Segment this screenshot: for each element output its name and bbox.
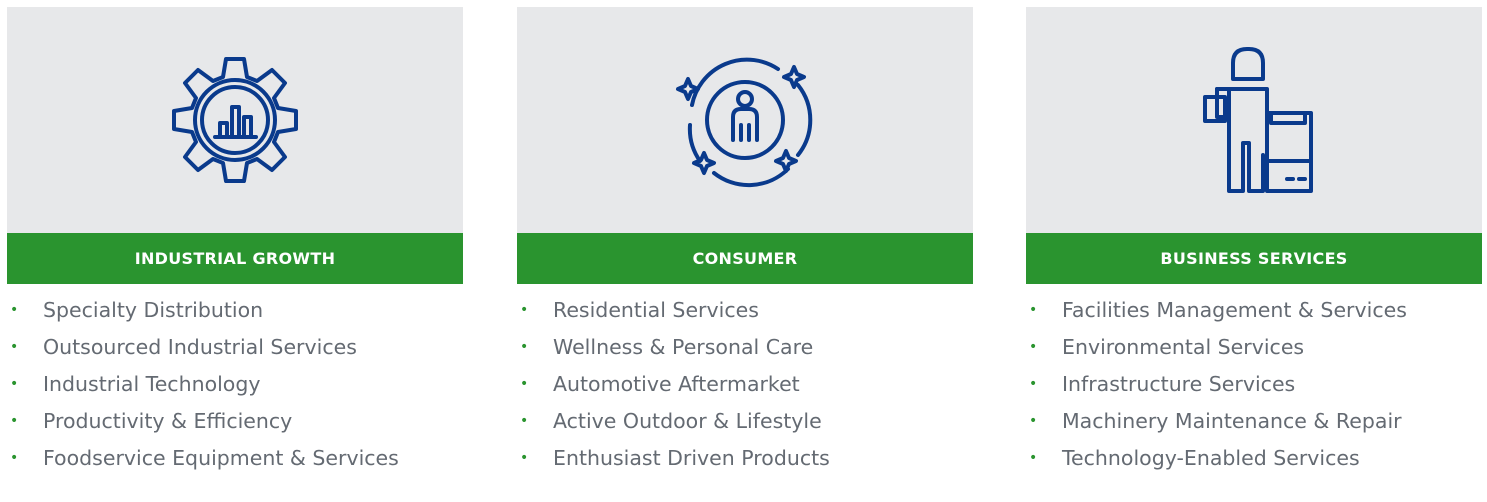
list-item: • Infrastructure Services [1026,367,1482,404]
list-item: • Machinery Maintenance & Repair [1026,404,1482,441]
gear-chart-icon [172,57,298,183]
sector-industrial-growth: INDUSTRIAL GROWTH • Specialty Distributio… [7,7,463,478]
person-box-icon [1203,47,1313,193]
list-item: • Productivity & Efficiency [7,404,463,441]
bullet-icon: • [1029,450,1038,466]
bullet-icon: • [1029,376,1038,392]
list-item: • Outsourced Industrial Services [7,330,463,367]
sector-consumer: CONSUMER • Residential Services • Wellness… [517,7,973,478]
list-item: • Foodservice Equipment & Services [7,441,463,478]
bullet-icon: • [520,302,529,318]
sector-header: BUSINESS SERVICES [1026,233,1482,284]
bullet-icon: • [1029,413,1038,429]
list-item: • Active Outdoor & Lifestyle [517,404,973,441]
sector-list: • Residential Services • Wellness & Person… [517,293,973,478]
sector-business-services: BUSINESS SERVICES • Facilities Management… [1026,7,1482,478]
bullet-icon: • [520,413,529,429]
icon-panel [1026,7,1482,233]
icon-panel [517,7,973,233]
bullet-icon: • [10,413,19,429]
bullet-icon: • [520,450,529,466]
list-item: • Facilities Management & Services [1026,293,1482,330]
bullet-icon: • [10,302,19,318]
bullet-icon: • [1029,302,1038,318]
list-item: • Specialty Distribution [7,293,463,330]
bullet-icon: • [10,376,19,392]
list-item: • Automotive Aftermarket [517,367,973,404]
bullet-icon: • [520,376,529,392]
sector-header: CONSUMER [517,233,973,284]
bullet-icon: • [10,450,19,466]
icon-panel [7,7,463,233]
person-sparkle-icon [676,57,813,188]
list-item: • Technology-Enabled Services [1026,441,1482,478]
list-item: • Residential Services [517,293,973,330]
sector-list: • Facilities Management & Services • Envir… [1026,293,1482,478]
list-item: • Environmental Services [1026,330,1482,367]
sectors-overview: INDUSTRIAL GROWTH • Specialty Distributio… [0,0,1487,502]
bullet-icon: • [10,339,19,355]
bullet-icon: • [1029,339,1038,355]
bullet-icon: • [520,339,529,355]
list-item: • Wellness & Personal Care [517,330,973,367]
list-item: • Enthusiast Driven Products [517,441,973,478]
list-item: • Industrial Technology [7,367,463,404]
sector-header: INDUSTRIAL GROWTH [7,233,463,284]
sector-list: • Specialty Distribution • Outsourced Indu… [7,293,463,478]
